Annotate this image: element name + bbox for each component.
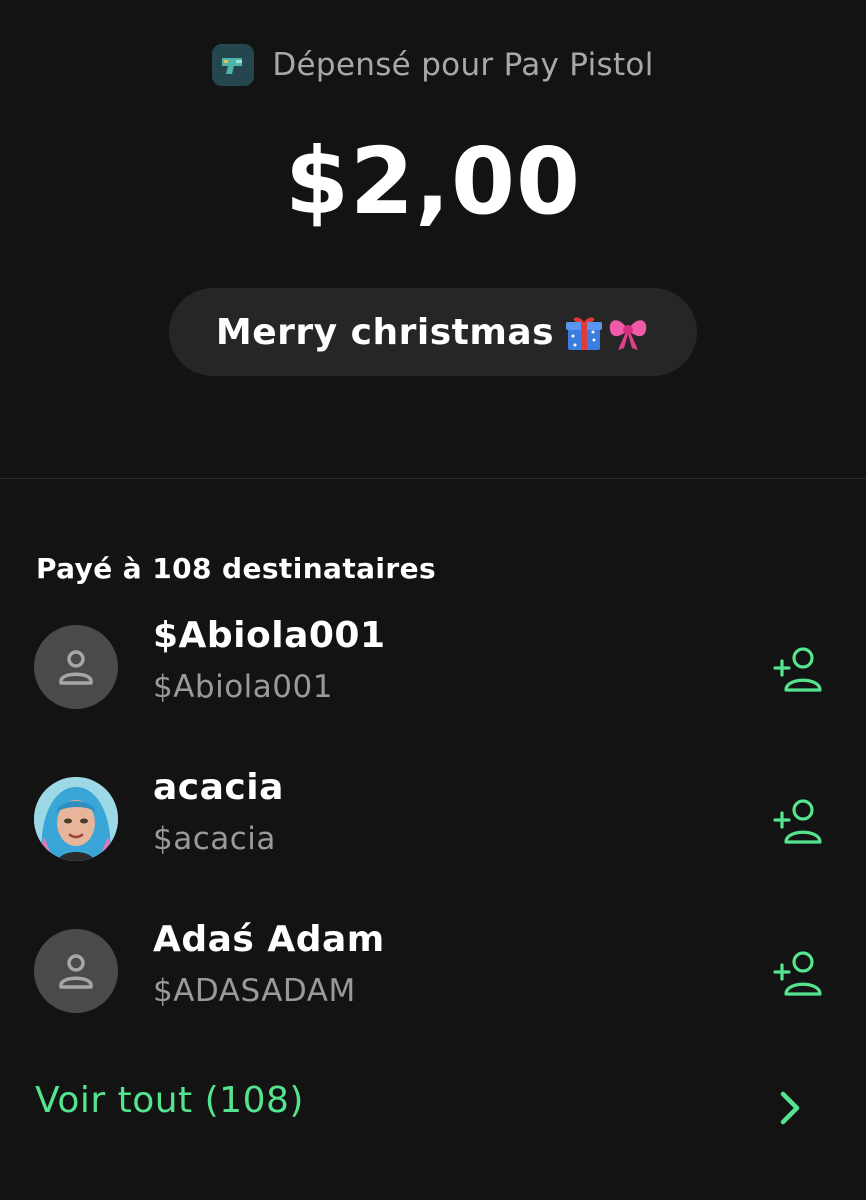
see-all-label: Voir tout (108) (35, 1080, 304, 1121)
default-person-avatar-icon (34, 929, 118, 1013)
recipient-row[interactable]: acacia $acacia (0, 767, 866, 897)
recipient-handle: $acacia (153, 821, 276, 857)
add-contact-icon[interactable] (770, 945, 828, 1001)
payment-note: Merry christmas (169, 288, 697, 376)
see-all-recipients-link[interactable]: Voir tout (108) (0, 1080, 866, 1136)
section-divider (0, 478, 866, 479)
chevron-right-icon (780, 1091, 800, 1125)
recipient-name: acacia (153, 767, 284, 808)
merchant-header: Dépensé pour Pay Pistol (0, 44, 866, 86)
ribbon-icon (609, 320, 647, 350)
recipient-name: Adaś Adam (153, 919, 385, 960)
photo-avatar (34, 777, 118, 861)
recipient-handle: $ADASADAM (153, 973, 356, 1009)
recipient-name: $Abiola001 (153, 615, 386, 656)
add-contact-icon[interactable] (770, 793, 828, 849)
gift-icon (566, 317, 603, 350)
merchant-title: Dépensé pour Pay Pistol (272, 47, 654, 83)
default-person-avatar-icon (34, 625, 118, 709)
recipient-row[interactable]: $Abiola001 $Abiola001 (0, 615, 866, 745)
pay-pistol-logo-icon (212, 44, 255, 86)
note-emojis (564, 312, 650, 352)
payment-detail-screen: Dépensé pour Pay Pistol $2,00 Merry chri… (0, 0, 866, 1200)
recipient-row[interactable]: Adaś Adam $ADASADAM (0, 919, 866, 1049)
payment-note-text: Merry christmas (215, 311, 555, 353)
add-contact-icon[interactable] (770, 641, 828, 697)
payment-amount: $2,00 (284, 128, 581, 235)
recipients-section-title: Payé à 108 destinataires (36, 552, 437, 585)
recipient-handle: $Abiola001 (153, 669, 333, 705)
